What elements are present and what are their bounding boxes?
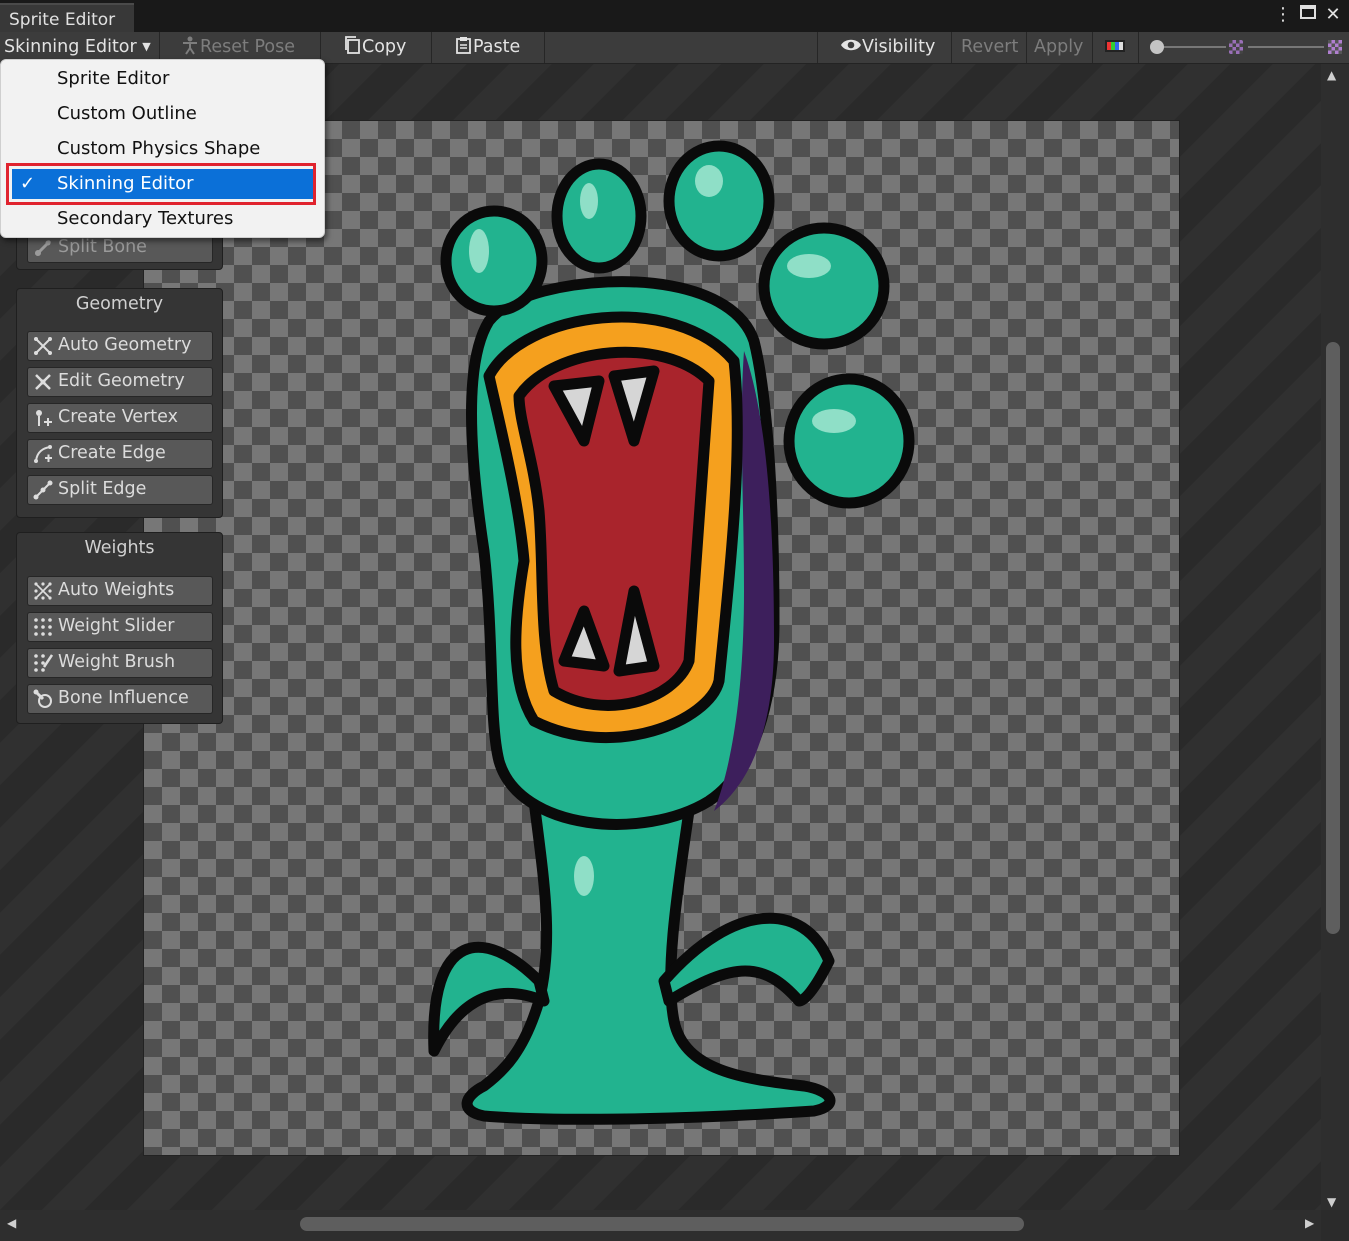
auto-weights-button[interactable]: Auto Weights — [27, 576, 213, 606]
weights-panel-title: Weights — [84, 538, 155, 558]
zoom-slider[interactable] — [1150, 40, 1226, 54]
menu-item-custom-outline[interactable]: Custom Outline — [12, 99, 315, 129]
rgb-icon — [1105, 40, 1125, 52]
menu-item-secondary-textures[interactable]: Secondary Textures — [12, 204, 315, 234]
weight-brush-icon — [34, 654, 53, 672]
revert-button[interactable]: Revert — [961, 32, 1018, 63]
paste-button[interactable]: Paste — [455, 32, 520, 63]
maximize-icon[interactable] — [1298, 4, 1318, 26]
geometry-panel: Geometry Auto Geometry Edit Geometry Cre… — [16, 288, 223, 518]
window-title: Sprite Editor — [9, 10, 116, 30]
scroll-down-arrow-icon[interactable]: ▼ — [1327, 1195, 1336, 1209]
scroll-up-arrow-icon[interactable]: ▲ — [1327, 68, 1336, 82]
create-edge-button[interactable]: Create Edge — [27, 439, 213, 469]
reset-pose-icon — [183, 36, 197, 55]
vertical-scroll-thumb[interactable] — [1326, 342, 1340, 934]
apply-button[interactable]: Apply — [1034, 32, 1083, 63]
mode-dropdown-menu: Sprite Editor Custom Outline Custom Phys… — [0, 59, 325, 238]
weight-brush-button[interactable]: Weight Brush — [27, 648, 213, 678]
visibility-button[interactable]: Visibility — [840, 32, 935, 63]
split-edge-icon — [33, 480, 53, 500]
title-bar: Sprite Editor ⋮ ✕ — [0, 0, 1349, 32]
create-vertex-icon — [36, 410, 52, 426]
weight-slider-icon — [34, 618, 52, 636]
create-vertex-button[interactable]: Create Vertex — [27, 403, 213, 433]
create-vertex-label: Create Vertex — [58, 407, 178, 427]
chevron-down-icon: ▼ — [142, 40, 151, 53]
edit-geometry-button[interactable]: Edit Geometry — [27, 367, 213, 397]
plant-monster-sprite — [428, 140, 915, 1125]
color-channel-toggle[interactable] — [1105, 32, 1125, 63]
auto-weights-icon — [34, 582, 52, 600]
bone-influence-button[interactable]: Bone Influence — [27, 684, 213, 714]
more-options-icon[interactable]: ⋮ — [1273, 4, 1293, 26]
paste-label: Paste — [473, 37, 521, 57]
visibility-label: Visibility — [862, 37, 936, 57]
auto-geometry-label: Auto Geometry — [58, 335, 192, 355]
sprite-preview[interactable] — [143, 120, 1180, 1156]
reset-pose-label: Reset Pose — [200, 37, 295, 57]
mode-dropdown-label: Skinning Editor — [4, 37, 137, 57]
scroll-left-arrow-icon[interactable]: ◀ — [7, 1216, 16, 1230]
auto-geometry-icon — [34, 337, 52, 355]
alpha-slider[interactable] — [1248, 46, 1324, 48]
edit-geometry-icon — [35, 374, 51, 390]
auto-geometry-button[interactable]: Auto Geometry — [27, 331, 213, 361]
menu-item-label: Custom Physics Shape — [57, 138, 261, 159]
edit-geometry-label: Edit Geometry — [58, 371, 185, 391]
checker-large-icon — [1328, 40, 1342, 54]
menu-item-label: Custom Outline — [57, 103, 197, 124]
copy-button[interactable]: Copy — [344, 32, 406, 63]
bone-influence-icon — [33, 689, 52, 708]
annotation-highlight-box — [6, 163, 316, 205]
menu-item-label: Secondary Textures — [57, 208, 234, 229]
checker-small-icon — [1229, 40, 1243, 54]
create-edge-icon — [34, 445, 52, 463]
auto-weights-label: Auto Weights — [58, 580, 175, 600]
bone-influence-label: Bone Influence — [58, 688, 189, 708]
eye-icon — [841, 39, 861, 51]
split-bone-icon — [34, 239, 52, 257]
horizontal-scroll-thumb[interactable] — [300, 1217, 1024, 1231]
split-bone-label: Split Bone — [58, 237, 147, 257]
weight-brush-label: Weight Brush — [58, 652, 176, 672]
weight-slider-button[interactable]: Weight Slider — [27, 612, 213, 642]
split-edge-button[interactable]: Split Edge — [27, 475, 213, 505]
menu-item-label: Sprite Editor — [57, 68, 170, 89]
scroll-right-arrow-icon[interactable]: ▶ — [1305, 1216, 1314, 1230]
create-edge-label: Create Edge — [58, 443, 166, 463]
copy-label: Copy — [362, 37, 407, 57]
menu-item-sprite-editor[interactable]: Sprite Editor — [12, 64, 315, 94]
paste-icon — [456, 37, 471, 54]
split-edge-label: Split Edge — [58, 479, 147, 499]
weights-panel: Weights Auto Weights Weight Slider Weigh… — [16, 532, 223, 724]
menu-item-custom-physics-shape[interactable]: Custom Physics Shape — [12, 134, 315, 164]
window-tab[interactable]: Sprite Editor — [0, 3, 134, 32]
weight-slider-label: Weight Slider — [58, 616, 175, 636]
zoom-slider-handle[interactable] — [1150, 40, 1164, 54]
close-icon[interactable]: ✕ — [1323, 4, 1343, 26]
geometry-panel-title: Geometry — [75, 294, 164, 314]
copy-icon — [345, 36, 360, 54]
